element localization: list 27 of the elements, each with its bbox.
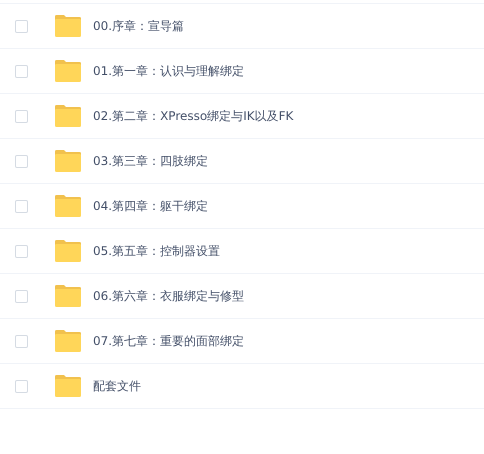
folder-icon: [55, 330, 81, 352]
folder-name[interactable]: 05.第五章：控制器设置: [93, 242, 220, 260]
checkbox[interactable]: [15, 110, 28, 122]
folder-name[interactable]: 07.第七章：重要的面部绑定: [93, 332, 244, 350]
folder-icon: [55, 15, 81, 37]
checkbox[interactable]: [15, 380, 28, 392]
folder-name[interactable]: 04.第四章：躯干绑定: [93, 198, 208, 214]
folder-name[interactable]: 01.第一章：认识与理解绑定: [93, 62, 244, 80]
checkbox[interactable]: [15, 64, 28, 78]
checkbox[interactable]: [15, 244, 28, 258]
folder-name[interactable]: 06.第六章：衣服绑定与修型: [93, 288, 244, 304]
checkbox[interactable]: [15, 334, 28, 348]
checkbox[interactable]: [15, 200, 28, 212]
folder-icon: [55, 105, 81, 127]
folder-name[interactable]: 02.第二章：XPresso绑定与IK以及FK: [93, 108, 294, 124]
folder-icon: [55, 195, 81, 217]
folder-icon: [55, 240, 81, 262]
folder-icon: [55, 285, 81, 307]
checkbox[interactable]: [15, 154, 28, 168]
folder-name[interactable]: 00.序章：宣导篇: [93, 18, 184, 34]
checkbox[interactable]: [15, 20, 28, 32]
folder-icon: [55, 150, 81, 172]
folder-name[interactable]: 03.第三章：四肢绑定: [93, 152, 208, 170]
checkbox[interactable]: [15, 290, 28, 302]
folder-icon: [55, 375, 81, 397]
folder-name[interactable]: 配套文件: [93, 378, 141, 394]
folder-icon: [55, 60, 81, 82]
